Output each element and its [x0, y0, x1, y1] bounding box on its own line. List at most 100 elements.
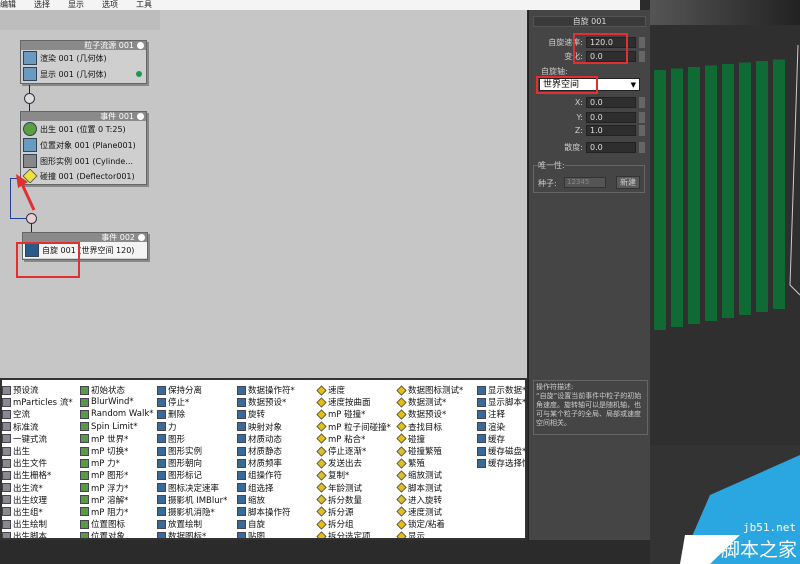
spinner[interactable] — [639, 97, 645, 108]
light-icon[interactable] — [138, 234, 145, 241]
depot-item[interactable]: 材质频率 — [237, 457, 295, 469]
event-001-node[interactable]: 事件 001 出生 001 (位置 0 T:25) 位置对象 001 (Plan… — [20, 111, 147, 185]
node-row-shape[interactable]: 图形实例 001 (Cylinde... — [21, 153, 146, 169]
depot-item[interactable]: 数据预设* — [396, 408, 463, 420]
depot-item[interactable]: 速度测试 — [396, 506, 463, 518]
depot-item[interactable]: 出生栅格* — [2, 469, 73, 481]
menu-tools[interactable]: 工具 — [136, 0, 152, 10]
depot-item[interactable]: 碰撞 — [396, 433, 463, 445]
depot-item[interactable]: 贴图 — [237, 530, 295, 538]
depot-item[interactable]: 图形标记 — [157, 469, 227, 481]
menu-options[interactable]: 选项 — [102, 0, 118, 10]
depot-item[interactable]: 初始状态 — [80, 384, 154, 396]
depot-item[interactable]: 自旋 — [237, 518, 295, 530]
node-row-birth[interactable]: 出生 001 (位置 0 T:25) — [21, 121, 146, 137]
depot-item[interactable]: 速度按曲面 — [316, 396, 391, 408]
depot-item[interactable]: 数据图标* — [157, 530, 227, 538]
depot-item[interactable]: 摄影机消隐* — [157, 506, 227, 518]
rollout-title[interactable]: 自旋 001 — [533, 16, 646, 27]
spinner[interactable] — [639, 112, 645, 123]
depot-item[interactable]: 锁定/粘着 — [396, 518, 463, 530]
depot-item[interactable]: 出生 — [2, 445, 73, 457]
depot-item[interactable]: 停止* — [157, 396, 227, 408]
depot-item[interactable]: 拆分源 — [316, 506, 391, 518]
y-field[interactable]: 0.0 — [586, 112, 636, 123]
depot-item[interactable]: 出生文件 — [2, 457, 73, 469]
depot-item[interactable]: 脚本操作符 — [237, 506, 295, 518]
divergence-field[interactable]: 0.0 — [586, 142, 636, 153]
depot-item[interactable]: 缓存 — [477, 433, 525, 445]
depot-item[interactable]: 缩放测试 — [396, 469, 463, 481]
depot-item[interactable]: 空流 — [2, 408, 73, 420]
depot-item[interactable]: 繁殖 — [396, 457, 463, 469]
depot-item[interactable]: 复制* — [316, 469, 391, 481]
depot-item[interactable]: 删除 — [157, 408, 227, 420]
node-row-render[interactable]: 渲染 001 (几何体) — [21, 50, 146, 66]
depot-item[interactable]: mP 力* — [80, 457, 154, 469]
spinner[interactable] — [639, 37, 645, 48]
depot-item[interactable]: 注释 — [477, 408, 525, 420]
depot-item[interactable]: 发送出去 — [316, 457, 391, 469]
depot-item[interactable]: 力 — [157, 421, 227, 433]
depot-item[interactable]: 位置对象 — [80, 530, 154, 538]
new-seed-button[interactable]: 新建 — [616, 176, 640, 189]
menu-display[interactable]: 显示 — [68, 0, 84, 10]
depot-item[interactable]: 摄影机 IMBlur* — [157, 494, 227, 506]
depot-item[interactable]: 出生流* — [2, 482, 73, 494]
depot-item[interactable]: 数据测试* — [396, 396, 463, 408]
depot-item[interactable]: 一键式流 — [2, 433, 73, 445]
depot-item[interactable]: 渲染 — [477, 421, 525, 433]
depot-item[interactable]: mP 切换* — [80, 445, 154, 457]
depot-item[interactable]: 材质动态 — [237, 433, 295, 445]
depot-item[interactable]: 缩放 — [237, 494, 295, 506]
depot-item[interactable]: 放置绘制 — [157, 518, 227, 530]
depot-item[interactable]: 出生纹理 — [2, 494, 73, 506]
depot-item[interactable]: 映射对象 — [237, 421, 295, 433]
depot-item[interactable]: 图形朝向 — [157, 457, 227, 469]
depot-item[interactable]: 出生组* — [2, 506, 73, 518]
depot-item[interactable]: 速度 — [316, 384, 391, 396]
depot-item[interactable]: 数据操作符* — [237, 384, 295, 396]
depot-item[interactable]: mP 图形* — [80, 469, 154, 481]
z-field[interactable]: 1.0 — [586, 125, 636, 136]
depot-item[interactable]: 图标决定速率 — [157, 482, 227, 494]
depot-item[interactable]: mP 粒子间碰撞* — [316, 421, 391, 433]
depot-item[interactable]: mP 世界* — [80, 433, 154, 445]
source-node[interactable]: 粒子流源 001 渲染 001 (几何体) 显示 001 (几何体) — [20, 40, 147, 84]
seed-field[interactable]: 12345 — [564, 177, 606, 188]
depot-item[interactable]: 进入旋转 — [396, 494, 463, 506]
depot-item[interactable]: 材质静态 — [237, 445, 295, 457]
depot-item[interactable]: 预设流 — [2, 384, 73, 396]
depot-item[interactable]: 图形 — [157, 433, 227, 445]
depot-item[interactable]: 标准流 — [2, 421, 73, 433]
depot-item[interactable]: 保持分离 — [157, 384, 227, 396]
depot-item[interactable]: 显示数据* — [477, 384, 525, 396]
depot-item[interactable]: 显示 — [396, 530, 463, 538]
depot-item[interactable]: 缓存选择性 — [477, 457, 525, 469]
depot-item[interactable]: 位置图标 — [80, 518, 154, 530]
depot-item[interactable]: mP 浮力* — [80, 482, 154, 494]
depot-item[interactable]: 脚本测试 — [396, 482, 463, 494]
depot-item[interactable]: mP 阻力* — [80, 506, 154, 518]
node-row-position[interactable]: 位置对象 001 (Plane001) — [21, 137, 146, 153]
depot-item[interactable]: 年龄测试 — [316, 482, 391, 494]
depot-item[interactable]: 出生绘制 — [2, 518, 73, 530]
depot-item[interactable]: 出生脚本 — [2, 530, 73, 538]
depot-item[interactable]: 拆分数量 — [316, 494, 391, 506]
depot-item[interactable]: 查找目标 — [396, 421, 463, 433]
light-icon[interactable] — [137, 42, 144, 49]
input-connector[interactable] — [24, 93, 35, 104]
depot-item[interactable]: Spin Limit* — [80, 421, 154, 433]
depot-item[interactable]: 拆分组 — [316, 518, 391, 530]
spinner[interactable] — [639, 51, 645, 62]
node-row-display[interactable]: 显示 001 (几何体) — [21, 66, 146, 82]
spinner[interactable] — [639, 125, 645, 136]
x-field[interactable]: 0.0 — [586, 97, 636, 108]
depot-item[interactable]: mParticles 流* — [2, 396, 73, 408]
depot-item[interactable]: 缓存磁盘* — [477, 445, 525, 457]
menu-edit[interactable]: 编辑 — [0, 0, 16, 10]
depot-item[interactable]: 图形实例 — [157, 445, 227, 457]
depot-item[interactable]: 数据预设* — [237, 396, 295, 408]
depot-item[interactable]: 旋转 — [237, 408, 295, 420]
depot-item[interactable]: Random Walk* — [80, 408, 154, 420]
